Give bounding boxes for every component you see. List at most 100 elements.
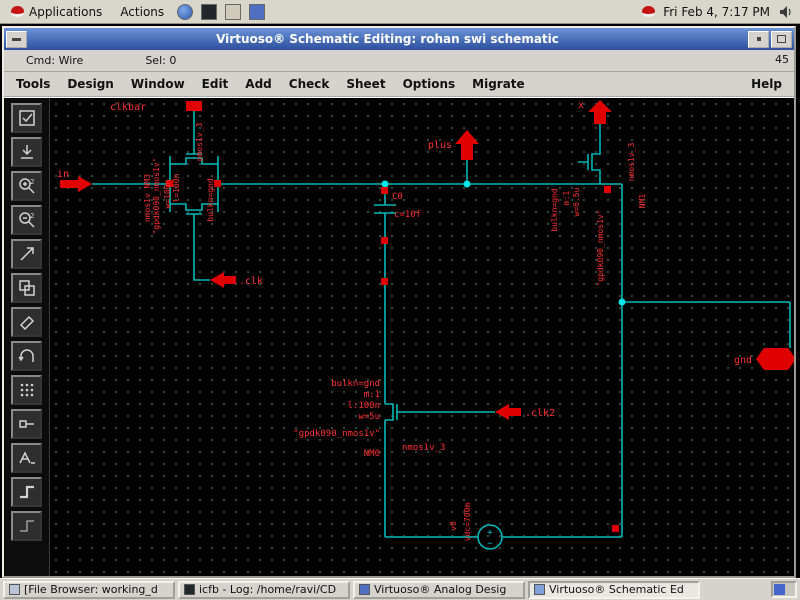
zoom-out-2-icon: 2 [18,212,35,228]
nm1-bulk-label[interactable]: bulkn=gnd [550,188,559,232]
taskbar-label: Virtuoso® Analog Desig [374,583,507,596]
menu-window[interactable]: Window [131,77,185,91]
pin-clk-shape[interactable] [210,272,236,288]
vsource-name-label[interactable]: v0 [449,521,458,531]
junction-dot [618,298,626,306]
tool-zoom-in-2-button[interactable]: 2 [11,171,42,201]
actions-menu[interactable]: Actions [115,3,169,21]
tool-check-button[interactable] [11,103,42,133]
bottom-rail-wire[interactable] [384,302,623,538]
terminal-icon [184,584,195,595]
menu-check[interactable]: Check [289,77,330,91]
nm0-name-label[interactable]: NM0 [364,449,380,459]
delete-icon [19,315,34,331]
pin-plus-label[interactable]: plus [428,140,452,151]
tgate-label[interactable]: nmos1v NM3 [143,174,152,222]
tool-wire-narrow-button[interactable] [11,511,42,541]
nm0-m-label[interactable]: m:1 [364,390,380,400]
terminal-icon[interactable] [201,3,218,20]
taskbar-label: Virtuoso® Schematic Ed [549,583,684,596]
nm1-model-label[interactable]: "gpdk090_nmos1v" [596,209,605,286]
maximize-icon [777,35,786,43]
wire-narrow-icon [19,520,34,532]
pin-plus-shape[interactable] [455,130,479,160]
pin-gnd-shape[interactable] [756,348,794,370]
workspace-switcher[interactable] [771,581,797,598]
pin-x-label[interactable]: x [578,100,584,111]
maximize-button[interactable] [771,30,792,48]
monitor-icon[interactable] [249,3,266,20]
minimize-button[interactable] [748,30,769,48]
capacitor-symbol[interactable] [374,184,396,404]
tool-instance-button[interactable] [11,375,42,405]
tgate-label[interactable]: bulkn=gnd [206,178,215,222]
web-browser-icon[interactable] [177,3,194,20]
terminal-square [381,237,388,244]
taskbar-analog-design[interactable]: Virtuoso® Analog Desig [353,580,525,599]
tgate-label[interactable]: l=100n [172,173,181,202]
taskbar-icfb-log[interactable]: icfb - Log: /home/ravi/CD [178,580,350,599]
pin-clk2-shape[interactable] [495,404,521,420]
copy-icon [18,280,35,296]
menu-migrate[interactable]: Migrate [472,77,525,91]
nm1-symbol[interactable] [578,124,601,184]
right-net-wire[interactable] [621,184,791,348]
alert-icon[interactable] [642,6,656,17]
tool-undo-button[interactable] [11,341,42,371]
taskbar-schematic-editor[interactable]: Virtuoso® Schematic Ed [528,580,700,599]
menu-help[interactable]: Help [751,77,782,91]
pin-clk-label[interactable]: .clk [239,276,263,287]
tool-label-button[interactable] [11,443,42,473]
menu-edit[interactable]: Edit [202,77,229,91]
junction-dot [463,180,471,188]
pin-clkbar-label[interactable]: clkbar [110,102,146,113]
nm0-w-label[interactable]: w=5u [358,412,380,422]
vsource-plus-sign: + [487,528,493,538]
tool-delete-button[interactable] [11,307,42,337]
pin-gnd-label[interactable]: gnd [734,355,752,366]
taskbar-file-browser[interactable]: [File Browser: working_d [3,580,175,599]
vsource-value-label[interactable]: vdc=700m [463,503,472,542]
nm1-cell-label[interactable]: nmos1v_3 [627,143,636,182]
nm0-cell-label[interactable]: nmos1v_3 [402,443,445,453]
save-icon [20,145,33,159]
tgate-label[interactable]: pmos1v_3 [195,123,204,162]
schematic-icon [534,584,545,595]
tool-wire-button[interactable] [11,477,42,507]
nm0-model-label[interactable]: "gpdk090_nmos1v" [293,429,380,439]
pin-x-shape[interactable] [588,100,612,124]
nm0-bulk-label[interactable]: bulkn=gnd [331,379,380,389]
schematic-canvas[interactable]: + − in clkbar .clk plus x gnd .clk2 C0 c… [50,98,794,576]
titlebar[interactable]: Virtuoso® Schematic Editing: rohan swi s… [4,28,794,50]
tool-palette: 2 2 [4,98,50,576]
nm0-symbol[interactable] [385,403,495,421]
capacitor-name-label[interactable]: C0 [392,192,403,202]
tool-save-button[interactable] [11,137,42,167]
pin-clk2-label[interactable]: .clk2 [525,408,555,419]
tool-stretch-button[interactable] [11,239,42,269]
menu-add[interactable]: Add [245,77,271,91]
tool-zoom-out-2-button[interactable]: 2 [11,205,42,235]
pin-in-label[interactable]: in [57,169,69,180]
volume-icon[interactable] [778,4,794,20]
capacitor-value-label[interactable]: c=10f [394,210,421,220]
clock[interactable]: Fri Feb 4, 7:17 PM [663,5,770,19]
tool-copy-button[interactable] [11,273,42,303]
nm1-m-label[interactable]: m:1 [562,191,571,206]
nm1-name-label[interactable]: NM1 [638,194,647,209]
tgate-label[interactable]: w=100n [163,179,172,208]
nm0-l-label[interactable]: l:100n [347,401,380,411]
menu-design[interactable]: Design [67,77,114,91]
nm1-w-label[interactable]: w=6.5u [572,187,581,216]
tgate-label[interactable]: "gpdk090_nmos1v" [152,157,161,234]
applications-menu[interactable]: Applications [6,3,107,21]
tool-pin-button[interactable] [11,409,42,439]
virtuoso-window: Virtuoso® Schematic Editing: rohan swi s… [2,26,796,578]
menu-sheet[interactable]: Sheet [346,77,385,91]
menu-options[interactable]: Options [403,77,456,91]
email-icon[interactable] [225,3,242,20]
label-icon [18,451,35,464]
window-menu-button[interactable] [6,30,27,48]
pin-clkbar-shape[interactable] [186,101,202,111]
menu-tools[interactable]: Tools [16,77,50,91]
